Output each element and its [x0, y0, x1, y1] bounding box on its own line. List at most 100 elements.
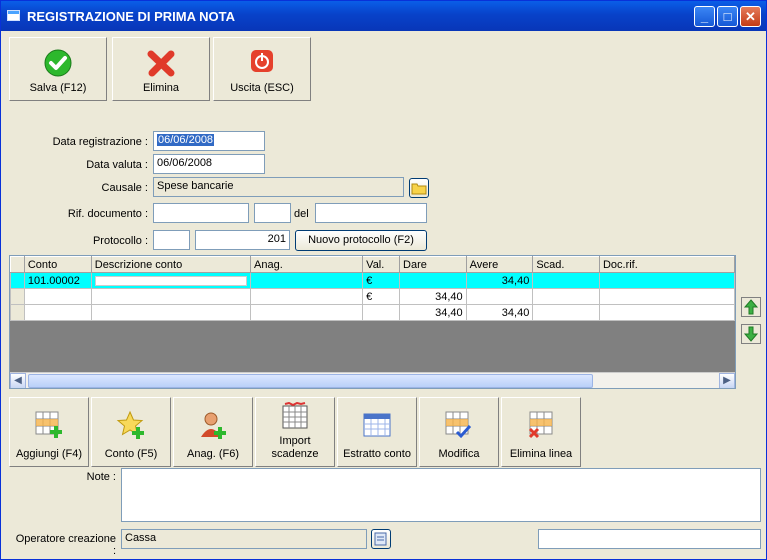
move-row-up-button[interactable]: [741, 297, 761, 317]
table-row[interactable]: 101.00002 € 34,40: [10, 272, 735, 289]
data-registrazione-value: 06/06/2008: [157, 134, 215, 146]
estratto-conto-label: Estratto conto: [343, 448, 411, 460]
window-icon: [7, 10, 20, 21]
column-header[interactable]: Val.: [362, 256, 401, 273]
status-field[interactable]: [538, 529, 761, 549]
note-label: Note :: [86, 471, 116, 483]
cell-descrizione[interactable]: [90, 272, 252, 289]
anag-label: Anag. (F6): [187, 448, 239, 460]
cell-descrizione[interactable]: [90, 304, 252, 321]
cell-val[interactable]: [362, 304, 401, 321]
minimize-button[interactable]: _: [694, 6, 715, 27]
main-window: REGISTRAZIONE DI PRIMA NOTA _ □ ✕ Salva …: [0, 0, 767, 560]
close-button[interactable]: ✕: [740, 6, 761, 27]
aggiungi-label: Aggiungi (F4): [15, 448, 83, 460]
scroll-left-icon[interactable]: ◀: [10, 373, 26, 388]
cell-dare[interactable]: 34,40: [399, 288, 467, 305]
cell-anag[interactable]: [250, 272, 364, 289]
row-header[interactable]: [10, 288, 25, 305]
column-header[interactable]: Doc.rif.: [598, 256, 735, 273]
operatore-label: Operatore creazione :: [15, 533, 116, 557]
data-registrazione-input[interactable]: 06/06/2008: [153, 131, 265, 151]
conto-button[interactable]: Conto (F5): [91, 397, 171, 467]
elimina-linea-button[interactable]: Elimina linea: [501, 397, 581, 467]
column-header[interactable]: Avere: [465, 256, 534, 273]
row-header-corner: [10, 256, 25, 273]
scroll-thumb[interactable]: [28, 374, 593, 388]
cell-docrif[interactable]: [598, 304, 735, 321]
rif-documento-number-input[interactable]: [254, 203, 291, 223]
delete-row-icon: [526, 410, 556, 443]
del-date-input[interactable]: [315, 203, 427, 223]
causale-label: Causale :: [101, 182, 148, 194]
estratto-conto-button[interactable]: Estratto conto: [337, 397, 417, 467]
save-label: Salva (F12): [29, 82, 87, 94]
modifica-label: Modifica: [438, 448, 480, 460]
edit-grid-icon: [444, 410, 474, 443]
cell-val[interactable]: €: [362, 272, 401, 289]
cell-avere[interactable]: 34,40: [465, 304, 534, 321]
note-textarea[interactable]: [121, 468, 761, 522]
spreadsheet-chart-icon: [280, 401, 310, 435]
horizontal-scrollbar[interactable]: ◀ ▶: [10, 372, 735, 388]
exit-button[interactable]: Uscita (ESC): [213, 37, 311, 101]
title-bar[interactable]: REGISTRAZIONE DI PRIMA NOTA _ □ ✕: [1, 1, 766, 31]
aggiungi-button[interactable]: Aggiungi (F4): [9, 397, 89, 467]
arrow-up-icon: [743, 299, 759, 315]
entries-grid[interactable]: Conto Descrizione conto Anag. Val. Dare …: [9, 255, 736, 389]
lookup-icon: [374, 532, 387, 546]
cell-scad[interactable]: [532, 272, 600, 289]
cell-descrizione[interactable]: [90, 288, 252, 305]
data-valuta-input[interactable]: 06/06/2008: [153, 154, 265, 174]
nuovo-protocollo-button[interactable]: Nuovo protocollo (F2): [295, 230, 427, 251]
table-row[interactable]: 34,40 34,40: [10, 304, 735, 321]
cell-docrif[interactable]: [598, 288, 735, 305]
cell-avere[interactable]: [465, 288, 534, 305]
causale-input[interactable]: Spese bancarie: [153, 177, 404, 197]
cell-dare[interactable]: 34,40: [399, 304, 467, 321]
descrizione-edit-field[interactable]: [94, 275, 248, 286]
cell-val[interactable]: €: [362, 288, 401, 305]
save-button[interactable]: Salva (F12): [9, 37, 107, 101]
delete-label: Elimina: [142, 82, 180, 94]
row-header[interactable]: [10, 304, 25, 321]
cell-avere[interactable]: 34,40: [465, 272, 534, 289]
move-row-down-button[interactable]: [741, 324, 761, 344]
add-grid-icon: [34, 410, 64, 443]
protocollo-input[interactable]: 201: [195, 230, 290, 250]
modifica-button[interactable]: Modifica: [419, 397, 499, 467]
cell-anag[interactable]: [250, 304, 364, 321]
import-label-line2: scadenze: [271, 448, 319, 460]
operatore-lookup-button[interactable]: [371, 529, 391, 549]
elimina-linea-label: Elimina linea: [509, 448, 573, 460]
power-icon: [249, 48, 275, 77]
delete-button[interactable]: Elimina: [112, 37, 210, 101]
rif-documento-input[interactable]: [153, 203, 249, 223]
red-x-icon: [146, 48, 176, 81]
cell-conto[interactable]: [23, 304, 92, 321]
row-header[interactable]: [10, 272, 25, 289]
cell-scad[interactable]: [532, 304, 600, 321]
table-row[interactable]: € 34,40: [10, 288, 735, 305]
cell-conto[interactable]: 101.00002: [23, 272, 92, 289]
maximize-button[interactable]: □: [717, 6, 738, 27]
column-header[interactable]: Descrizione conto: [90, 256, 252, 273]
operatore-input[interactable]: Cassa: [121, 529, 367, 549]
grid-header: Conto Descrizione conto Anag. Val. Dare …: [10, 256, 735, 273]
column-header[interactable]: Anag.: [250, 256, 364, 273]
protocollo-prefix-input[interactable]: [153, 230, 190, 250]
scroll-right-icon[interactable]: ▶: [719, 373, 735, 388]
causale-browse-button[interactable]: [409, 178, 429, 198]
cell-scad[interactable]: [532, 288, 600, 305]
column-header[interactable]: Dare: [399, 256, 467, 273]
anag-button[interactable]: Anag. (F6): [173, 397, 253, 467]
cell-dare[interactable]: [399, 272, 467, 289]
column-header[interactable]: Conto: [23, 256, 92, 273]
column-header[interactable]: Scad.: [532, 256, 600, 273]
cell-docrif[interactable]: [598, 272, 735, 289]
cell-conto[interactable]: [23, 288, 92, 305]
data-registrazione-label: Data registrazione :: [52, 136, 148, 148]
folder-icon: [411, 183, 427, 195]
cell-anag[interactable]: [250, 288, 364, 305]
import-scadenze-button[interactable]: Import scadenze: [255, 397, 335, 467]
